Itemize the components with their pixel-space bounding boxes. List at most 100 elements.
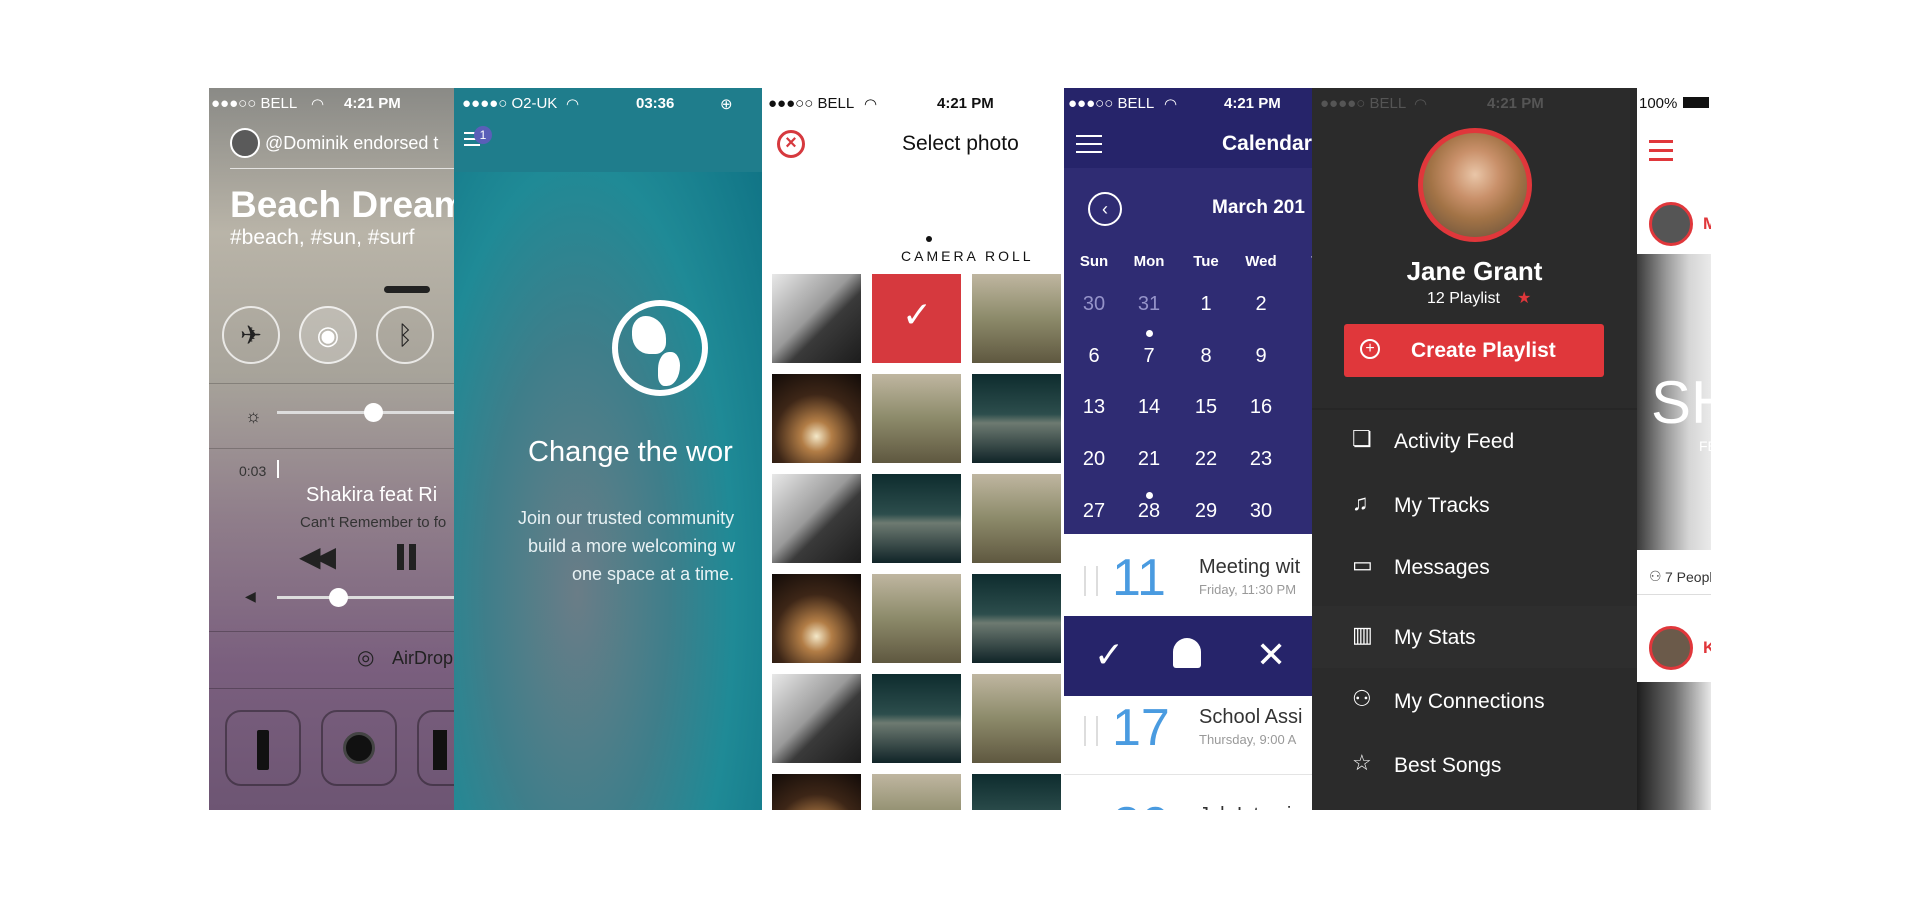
calendar-day[interactable]: 21: [1127, 448, 1171, 471]
wifi-button[interactable]: ◉: [299, 306, 357, 364]
menu-icon[interactable]: [1076, 135, 1102, 155]
event-row[interactable]: 11 Meeting wit Friday, 11:30 PM: [1064, 546, 1312, 626]
photo-thumbnail[interactable]: [872, 774, 961, 810]
flashlight-button[interactable]: [225, 710, 301, 786]
photo-thumbnail[interactable]: [772, 274, 861, 363]
volume-slider[interactable]: [277, 588, 454, 607]
rewind-icon[interactable]: ◀◀: [299, 540, 336, 573]
calendar-day[interactable]: 27: [1072, 500, 1116, 523]
menu-item[interactable]: ▭ Messages: [1312, 536, 1637, 598]
calculator-button[interactable]: [417, 710, 454, 786]
calendar-day[interactable]: 14: [1127, 396, 1171, 419]
menu-item[interactable]: ♫ My Tracks: [1312, 474, 1637, 536]
calendar-day[interactable]: 7: [1127, 345, 1171, 368]
calendar-day[interactable]: 13: [1072, 396, 1116, 419]
calendar-day[interactable]: 30: [1239, 500, 1283, 523]
brightness-slider[interactable]: [277, 403, 454, 422]
event-dot: [1146, 330, 1153, 337]
event-day: 17: [1112, 699, 1170, 757]
user-name[interactable]: M: [1703, 214, 1711, 234]
user-name[interactable]: Ke: [1703, 638, 1711, 658]
calendar-day[interactable]: 29: [1184, 500, 1228, 523]
menu-item[interactable]: ▥ My Stats: [1312, 606, 1637, 668]
drag-handle[interactable]: [1084, 566, 1098, 596]
hero-image[interactable]: SH FE: [1637, 254, 1711, 550]
photo-thumbnail[interactable]: [972, 274, 1061, 363]
avatar: [230, 128, 260, 158]
music-note-icon: ♫: [1352, 490, 1369, 515]
event-row[interactable]: 17 School Assi Thursday, 9:00 A: [1064, 696, 1312, 776]
avatar[interactable]: [1649, 202, 1693, 246]
pause-icon[interactable]: [397, 544, 404, 570]
star-icon: ☆: [1352, 750, 1372, 775]
clock: 03:36: [636, 95, 675, 112]
grabber-handle[interactable]: [384, 286, 430, 293]
photo-thumbnail[interactable]: [872, 674, 961, 763]
photo-thumbnail[interactable]: [872, 374, 961, 463]
menu-item-label: Activity Feed: [1394, 430, 1515, 453]
calendar-day[interactable]: 6: [1072, 345, 1116, 368]
calendar-day[interactable]: 28: [1127, 500, 1171, 523]
create-playlist-button[interactable]: + Create Playlist: [1344, 324, 1604, 377]
calendar-day[interactable]: 23: [1239, 448, 1283, 471]
weekday-label: Mon: [1133, 253, 1165, 270]
airdrop-label[interactable]: AirDrop: [392, 648, 453, 669]
weekday-label: Wed: [1245, 253, 1277, 270]
calendar-day[interactable]: 15: [1184, 396, 1228, 419]
photo-thumbnail[interactable]: [772, 674, 861, 763]
plus-icon: +: [1360, 339, 1380, 359]
person-icon: ⚇: [1352, 686, 1372, 711]
post-image[interactable]: [1637, 682, 1711, 810]
volume-thumb[interactable]: [329, 588, 348, 607]
event-row[interactable]: 20 Job Intervie: [1064, 794, 1312, 810]
avatar[interactable]: [1418, 128, 1532, 242]
close-icon[interactable]: ✕: [1256, 634, 1286, 676]
hashtags: #beach, #sun, #surf: [230, 226, 415, 249]
status-bar: ●●●○○ BELL ◠ 4:21 PM: [1064, 88, 1312, 118]
close-icon[interactable]: ×: [777, 130, 805, 158]
photo-thumbnail[interactable]: [972, 574, 1061, 663]
prev-month-button[interactable]: ‹: [1088, 192, 1122, 226]
elapsed-time: 0:03: [239, 463, 267, 479]
photo-thumbnail[interactable]: [972, 374, 1061, 463]
scrubber[interactable]: [277, 460, 279, 478]
calendar-day[interactable]: 30: [1072, 293, 1116, 316]
bluetooth-button[interactable]: ᛒ: [376, 306, 434, 364]
photo-thumbnail[interactable]: [872, 574, 961, 663]
brightness-thumb[interactable]: [364, 403, 383, 422]
check-icon[interactable]: ✓: [1094, 634, 1124, 676]
photo-thumbnail[interactable]: [772, 574, 861, 663]
calendar-day[interactable]: 16: [1239, 396, 1283, 419]
photo-thumbnail[interactable]: [872, 474, 961, 563]
photo-thumbnail[interactable]: [772, 374, 861, 463]
menu-item[interactable]: ❏ Activity Feed: [1312, 410, 1637, 472]
calendar-day[interactable]: 20: [1072, 448, 1116, 471]
calendar-day[interactable]: 9: [1239, 345, 1283, 368]
divider: [209, 631, 454, 632]
weekday-label: T: [1294, 253, 1312, 270]
notification-badge: 1: [474, 126, 492, 144]
drag-handle[interactable]: [1084, 716, 1098, 746]
photo-thumbnail[interactable]: [972, 774, 1061, 810]
photo-thumbnail-selected[interactable]: ✓: [872, 274, 961, 363]
photo-thumbnail[interactable]: [772, 474, 861, 563]
calendar-day[interactable]: 2: [1239, 293, 1283, 316]
activity-feed-icon: ❏: [1352, 426, 1372, 451]
photo-thumbnail[interactable]: [972, 474, 1061, 563]
photo-thumbnail[interactable]: [972, 674, 1061, 763]
menu-item[interactable]: ☆ Best Songs: [1312, 734, 1637, 796]
bell-icon[interactable]: [1173, 638, 1201, 668]
calendar-day[interactable]: 31: [1127, 293, 1171, 316]
notification-text[interactable]: @Dominik endorsed t: [265, 133, 438, 154]
calendar-day[interactable]: 22: [1184, 448, 1228, 471]
airplane-mode-button[interactable]: ✈: [222, 306, 280, 364]
calendar-day[interactable]: 1: [1184, 293, 1228, 316]
page-title: Select photo: [902, 132, 1019, 155]
menu-item[interactable]: ⚇ My Connections: [1312, 670, 1637, 732]
calendar-day[interactable]: 8: [1184, 345, 1228, 368]
divider: [209, 448, 454, 449]
photo-thumbnail[interactable]: [772, 774, 861, 810]
timer-button[interactable]: [321, 710, 397, 786]
avatar[interactable]: [1649, 626, 1693, 670]
menu-icon[interactable]: [1649, 140, 1673, 162]
